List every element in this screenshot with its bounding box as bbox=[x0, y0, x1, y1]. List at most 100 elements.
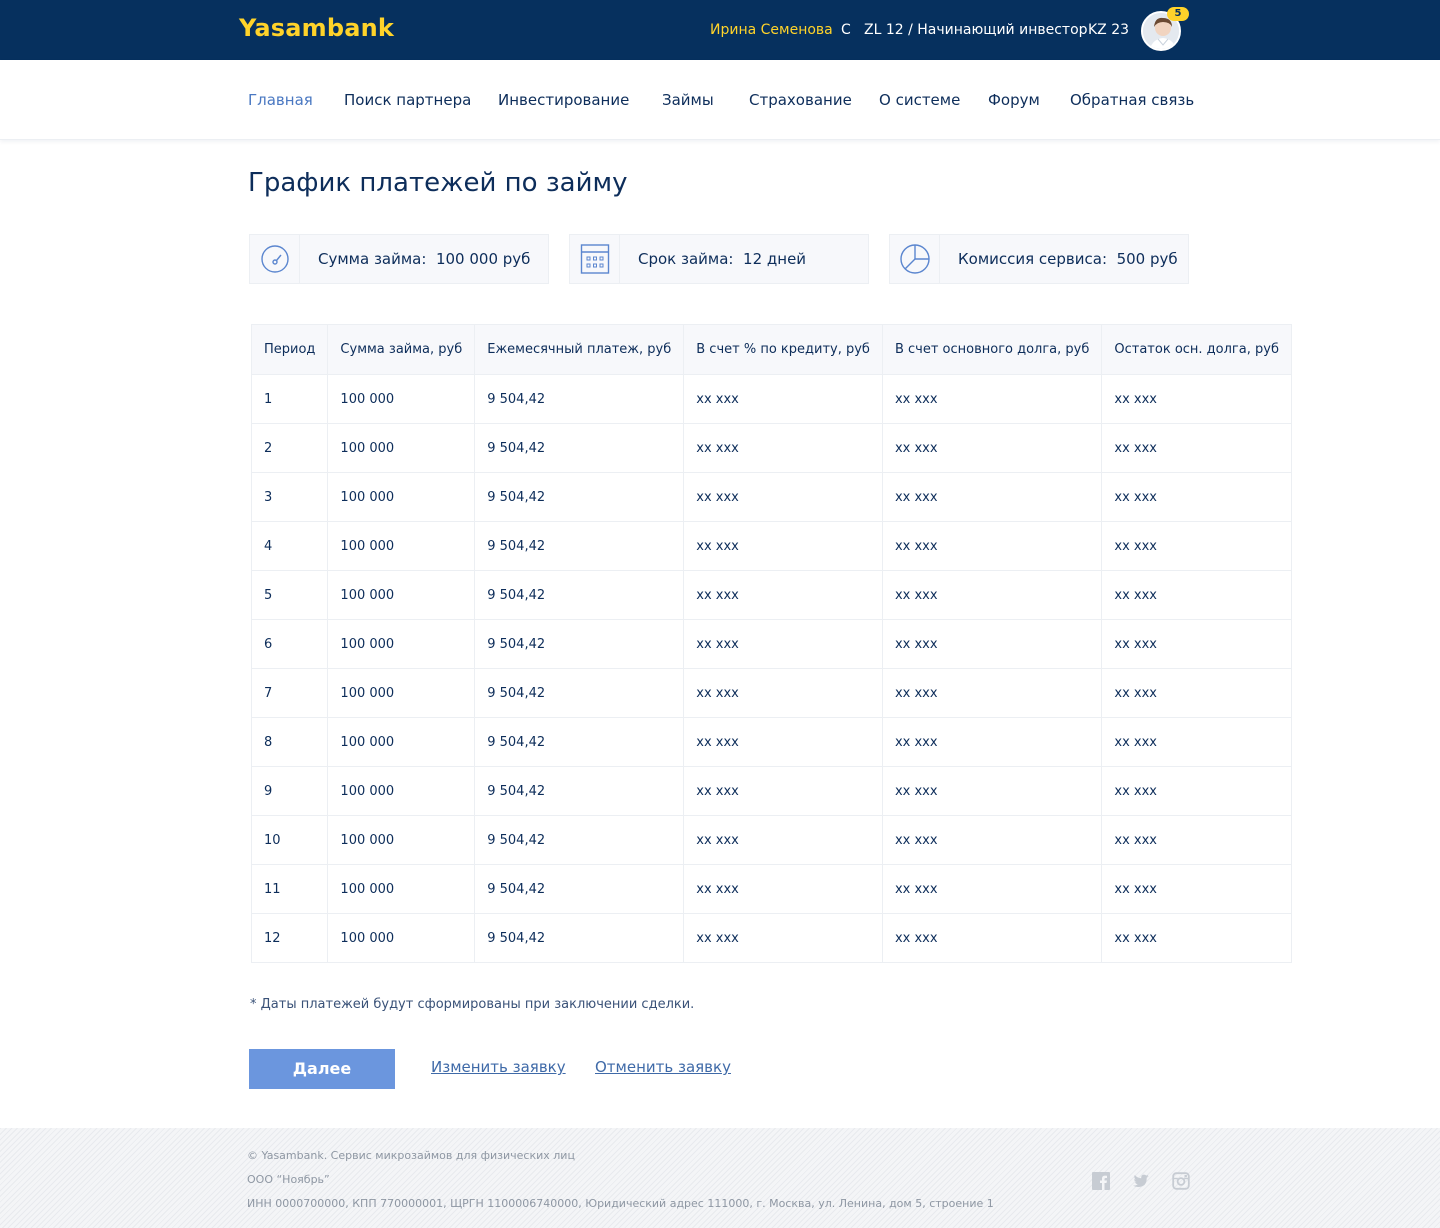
cell-remaining: xx xxx bbox=[1101, 864, 1292, 914]
cell-period: 1 bbox=[250, 374, 329, 424]
nav-item-loans[interactable]: Займы bbox=[662, 91, 714, 109]
cell-period: 4 bbox=[250, 521, 329, 571]
cell-monthly-payment: 9 504,42 bbox=[474, 913, 685, 963]
cell-loan-amount: 100 000 bbox=[327, 374, 476, 424]
cell-period: 9 bbox=[250, 766, 329, 816]
payment-schedule-table: Период Сумма займа, руб Ежемесячный плат… bbox=[250, 324, 1292, 963]
nav-item-partner-search[interactable]: Поиск партнера bbox=[344, 91, 471, 109]
info-box-term: Срок займа: 12 дней bbox=[569, 234, 869, 284]
nav-item-investing[interactable]: Инвестирование bbox=[498, 91, 629, 109]
footer-copyright: © Yasambank. Сервис микрозаймов для физи… bbox=[247, 1149, 575, 1162]
cancel-request-link[interactable]: Отменить заявку bbox=[595, 1058, 731, 1076]
nav-item-insurance[interactable]: Страхование bbox=[749, 91, 852, 109]
table-row: 2 100 000 9 504,42 xx xxx xx xxx xx xxx bbox=[250, 423, 1292, 473]
cell-loan-amount: 100 000 bbox=[327, 766, 476, 816]
nav-item-forum[interactable]: Форум bbox=[988, 91, 1040, 109]
speedometer-icon bbox=[250, 235, 300, 283]
notification-badge[interactable]: 5 bbox=[1167, 7, 1189, 21]
cell-monthly-payment: 9 504,42 bbox=[474, 423, 685, 473]
cell-remaining: xx xxx bbox=[1101, 521, 1292, 571]
table-header-row: Период Сумма займа, руб Ежемесячный плат… bbox=[250, 324, 1292, 375]
cell-monthly-payment: 9 504,42 bbox=[474, 570, 685, 620]
twitter-icon[interactable] bbox=[1132, 1172, 1150, 1190]
cell-loan-amount: 100 000 bbox=[327, 423, 476, 473]
footer-legal: ИНН 0000700000, КПП 770000001, ЩРГН 1100… bbox=[247, 1197, 994, 1210]
cell-interest: xx xxx bbox=[683, 766, 883, 816]
cell-monthly-payment: 9 504,42 bbox=[474, 766, 685, 816]
cell-loan-amount: 100 000 bbox=[327, 472, 476, 522]
col-header-loan-amount: Сумма займа, руб bbox=[327, 324, 476, 375]
cell-monthly-payment: 9 504,42 bbox=[474, 374, 685, 424]
cell-monthly-payment: 9 504,42 bbox=[474, 864, 685, 914]
cell-principal: xx xxx bbox=[881, 570, 1103, 620]
cell-principal: xx xxx bbox=[881, 766, 1103, 816]
table-row: 6 100 000 9 504,42 xx xxx xx xxx xx xxx bbox=[250, 619, 1292, 669]
cell-principal: xx xxx bbox=[881, 374, 1103, 424]
cell-period: 11 bbox=[250, 864, 329, 914]
c-label: C bbox=[841, 22, 851, 38]
info-term-text: Срок займа: 12 дней bbox=[638, 250, 807, 268]
table-row: 3 100 000 9 504,42 xx xxx xx xxx xx xxx bbox=[250, 472, 1292, 522]
cell-period: 10 bbox=[250, 815, 329, 865]
cell-interest: xx xxx bbox=[683, 374, 883, 424]
cell-principal: xx xxx bbox=[881, 913, 1103, 963]
cell-loan-amount: 100 000 bbox=[327, 864, 476, 914]
edit-request-link[interactable]: Изменить заявку bbox=[431, 1058, 566, 1076]
cell-period: 7 bbox=[250, 668, 329, 718]
footer: © Yasambank. Сервис микрозаймов для физи… bbox=[0, 1128, 1440, 1228]
info-amount-text: Сумма займа: 100 000 руб bbox=[318, 250, 531, 268]
cell-principal: xx xxx bbox=[881, 521, 1103, 571]
cell-monthly-payment: 9 504,42 bbox=[474, 472, 685, 522]
cell-remaining: xx xxx bbox=[1101, 619, 1292, 669]
cell-loan-amount: 100 000 bbox=[327, 815, 476, 865]
cell-interest: xx xxx bbox=[683, 570, 883, 620]
footer-company: ООО “Ноябрь” bbox=[247, 1173, 330, 1186]
cell-interest: xx xxx bbox=[683, 815, 883, 865]
cell-principal: xx xxx bbox=[881, 472, 1103, 522]
cell-remaining: xx xxx bbox=[1101, 570, 1292, 620]
table-row: 9 100 000 9 504,42 xx xxx xx xxx xx xxx bbox=[250, 766, 1292, 816]
cell-period: 6 bbox=[250, 619, 329, 669]
next-button[interactable]: Далее bbox=[249, 1049, 395, 1089]
nav-item-about[interactable]: О системе bbox=[879, 91, 960, 109]
cell-loan-amount: 100 000 bbox=[327, 570, 476, 620]
cell-remaining: xx xxx bbox=[1101, 374, 1292, 424]
cell-monthly-payment: 9 504,42 bbox=[474, 815, 685, 865]
table-row: 7 100 000 9 504,42 xx xxx xx xxx xx xxx bbox=[250, 668, 1292, 718]
main-nav: Главная Поиск партнера Инвестирование За… bbox=[0, 60, 1440, 140]
cell-remaining: xx xxx bbox=[1101, 668, 1292, 718]
table-row: 10 100 000 9 504,42 xx xxx xx xxx xx xxx bbox=[250, 815, 1292, 865]
cell-period: 3 bbox=[250, 472, 329, 522]
nav-item-feedback[interactable]: Обратная связь bbox=[1070, 91, 1194, 109]
cell-interest: xx xxx bbox=[683, 717, 883, 767]
cell-period: 8 bbox=[250, 717, 329, 767]
cell-monthly-payment: 9 504,42 bbox=[474, 668, 685, 718]
cell-principal: xx xxx bbox=[881, 668, 1103, 718]
info-fee-text: Комиссия сервиса: 500 руб bbox=[958, 250, 1178, 268]
nav-item-home[interactable]: Главная bbox=[248, 91, 313, 109]
calendar-icon bbox=[570, 235, 620, 283]
cell-loan-amount: 100 000 bbox=[327, 668, 476, 718]
investor-level: ZL 12 / Начинающий инвестор bbox=[864, 22, 1088, 38]
user-name[interactable]: Ирина Семенова bbox=[710, 22, 833, 38]
col-header-principal: В счет основного долга, руб bbox=[881, 324, 1103, 375]
cell-principal: xx xxx bbox=[881, 619, 1103, 669]
cell-monthly-payment: 9 504,42 bbox=[474, 717, 685, 767]
col-header-period: Период bbox=[250, 324, 329, 375]
cell-period: 5 bbox=[250, 570, 329, 620]
pie-chart-icon bbox=[890, 235, 940, 283]
col-header-interest: В счет % по кредиту, руб bbox=[683, 324, 883, 375]
table-row: 4 100 000 9 504,42 xx xxx xx xxx xx xxx bbox=[250, 521, 1292, 571]
instagram-icon[interactable] bbox=[1172, 1172, 1190, 1190]
payment-dates-note: * Даты платежей будут сформированы при з… bbox=[250, 997, 695, 1012]
col-header-monthly-payment: Ежемесячный платеж, руб bbox=[474, 324, 685, 375]
cell-period: 2 bbox=[250, 423, 329, 473]
cell-interest: xx xxx bbox=[683, 668, 883, 718]
cell-remaining: xx xxx bbox=[1101, 472, 1292, 522]
cell-period: 12 bbox=[250, 913, 329, 963]
facebook-icon[interactable] bbox=[1092, 1172, 1110, 1190]
cell-interest: xx xxx bbox=[683, 472, 883, 522]
logo[interactable]: Yasambank bbox=[239, 14, 394, 42]
cell-principal: xx xxx bbox=[881, 717, 1103, 767]
cell-remaining: xx xxx bbox=[1101, 766, 1292, 816]
